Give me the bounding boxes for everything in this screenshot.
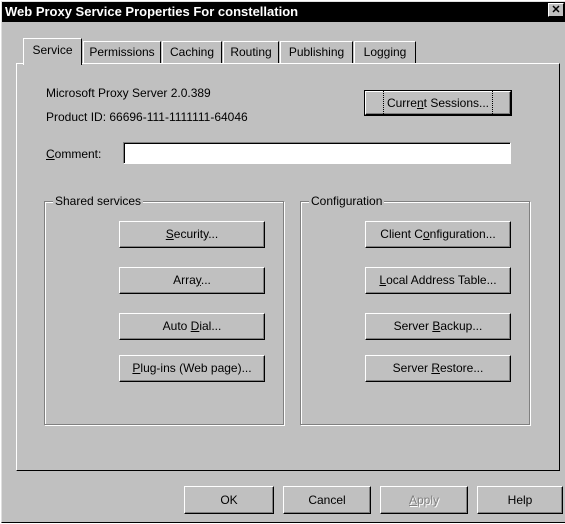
tab-caching[interactable]: Caching <box>162 41 222 63</box>
close-icon[interactable]: ✕ <box>548 3 564 17</box>
help-button[interactable]: Help <box>477 486 563 514</box>
comment-field[interactable] <box>123 142 511 164</box>
tab-logging[interactable]: Logging <box>354 41 416 63</box>
apply-button[interactable]: Apply <box>380 486 468 514</box>
current-sessions-button[interactable]: Current Sessions... <box>364 90 512 116</box>
product-id-text: Product ID: 66696-111-1111111-64046 <box>46 110 248 124</box>
tab-permissions[interactable]: Permissions <box>83 41 161 63</box>
service-tab-panel: Microsoft Proxy Server 2.0.389 Product I… <box>16 63 560 471</box>
auto-dial-button[interactable]: Auto Dial... <box>119 313 265 340</box>
comment-label: Comment: <box>46 147 102 161</box>
configuration-title: Configuration <box>309 194 385 208</box>
title-bar: Web Proxy Service Properties For constel… <box>2 2 565 22</box>
array-button[interactable]: Array... <box>119 267 265 294</box>
window-title: Web Proxy Service Properties For constel… <box>5 4 299 19</box>
plug-ins-button[interactable]: Plug-ins (Web page)... <box>119 355 265 382</box>
server-backup-button[interactable]: Server Backup... <box>365 313 511 340</box>
tab-service[interactable]: Service <box>23 38 82 65</box>
local-address-table-button[interactable]: Local Address Table... <box>365 267 511 294</box>
shared-services-title: Shared services <box>53 194 144 208</box>
cancel-button[interactable]: Cancel <box>283 486 371 514</box>
security-button[interactable]: Security... <box>119 221 265 248</box>
server-restore-button[interactable]: Server Restore... <box>365 355 511 382</box>
ok-button[interactable]: OK <box>184 486 274 514</box>
tab-routing[interactable]: Routing <box>223 41 279 63</box>
client-configuration-button[interactable]: Client Configuration... <box>365 221 511 248</box>
tab-publishing[interactable]: Publishing <box>280 41 353 63</box>
product-name-text: Microsoft Proxy Server 2.0.389 <box>46 86 211 100</box>
